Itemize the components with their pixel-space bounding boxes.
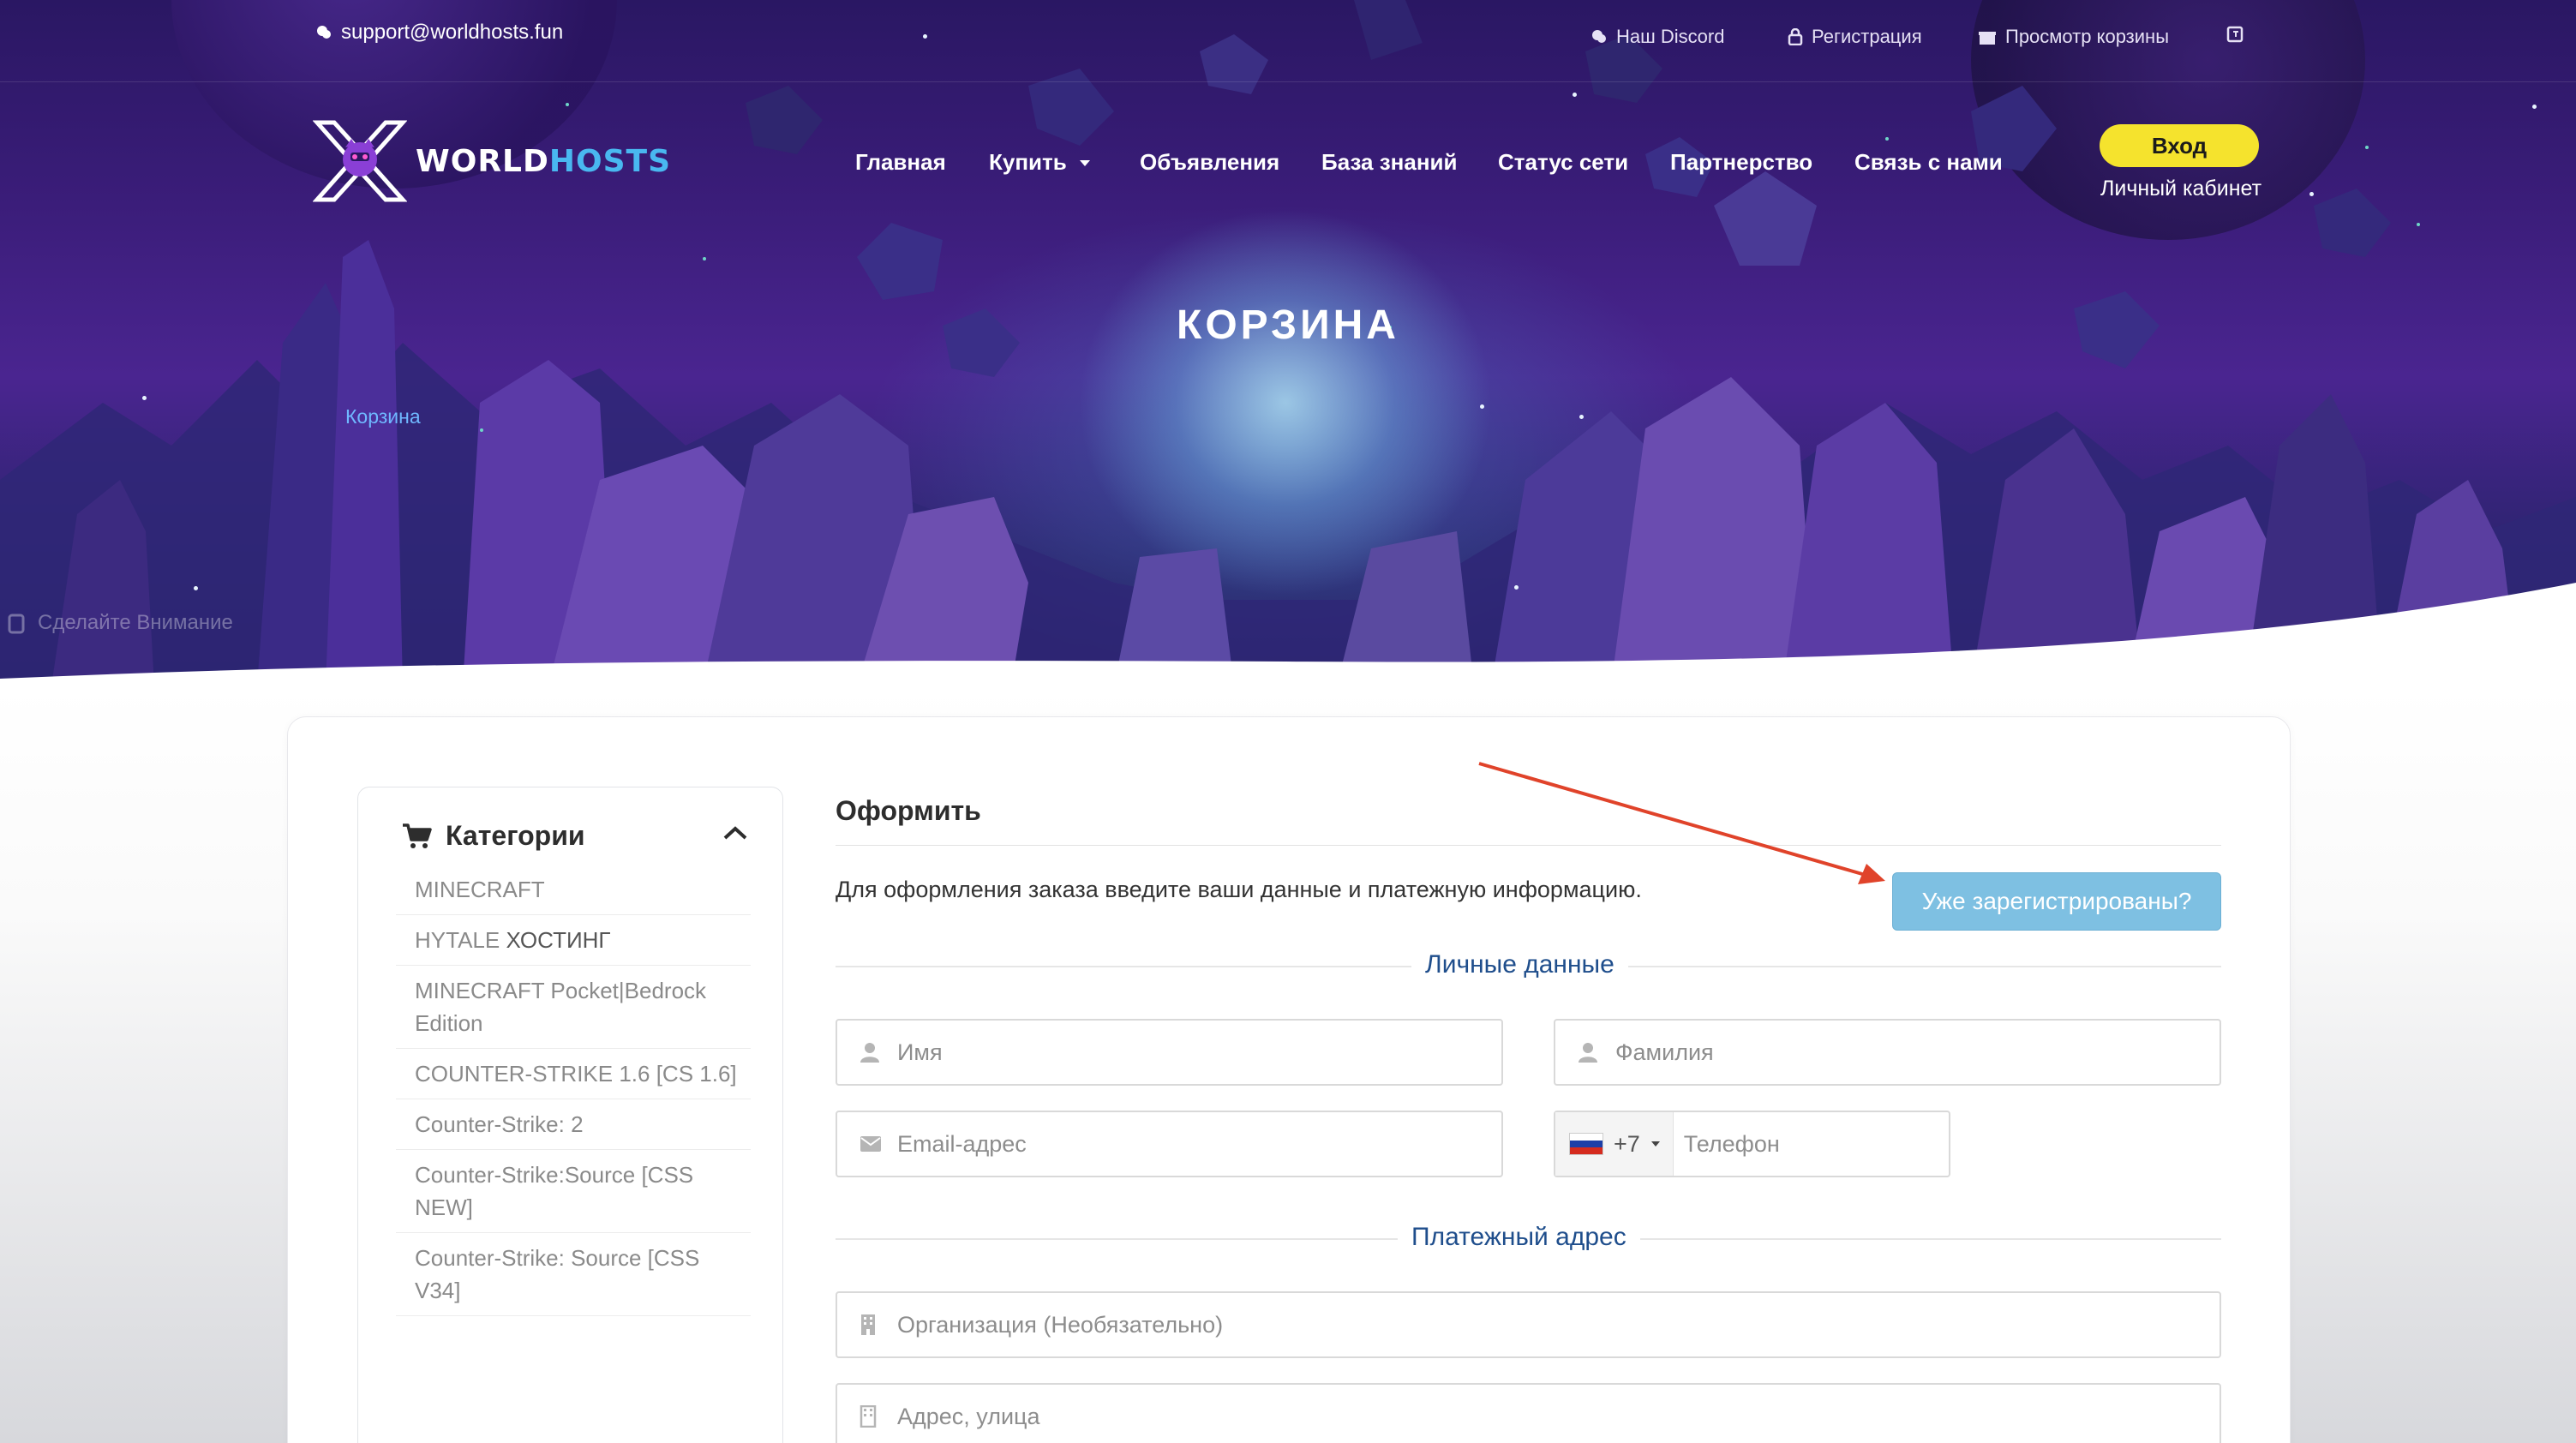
support-email[interactable]: support@worldhosts.fun xyxy=(315,21,563,45)
country-code-label: +7 xyxy=(1614,1130,1640,1157)
categories-panel: Категории MINECRAFT HYTALE ХОСТИНГ MINEC… xyxy=(357,787,783,1443)
user-icon xyxy=(1579,1043,1597,1063)
nav-announcements[interactable]: Объявления xyxy=(1140,149,1279,176)
category-item[interactable]: Counter-Strike: 2 xyxy=(396,1099,751,1150)
russia-flag-icon xyxy=(1569,1133,1603,1155)
logo-wordmark: WORLDHOSTS xyxy=(416,144,671,179)
gift-icon xyxy=(1979,32,1996,45)
nav-home[interactable]: Главная xyxy=(855,149,946,176)
language-switch[interactable] xyxy=(2226,26,2247,45)
logo-part-hosts: HOSTS xyxy=(548,143,672,179)
categories-header[interactable]: Категории xyxy=(401,820,585,852)
category-label: Counter-Strike:Source [CSS NEW] xyxy=(415,1162,694,1220)
email-placeholder: Email-адрес xyxy=(897,1130,1027,1157)
nav-contact[interactable]: Связь с нами xyxy=(1854,149,2003,176)
building-icon xyxy=(861,1314,875,1335)
register-label: Регистрация xyxy=(1812,26,1922,47)
last-name-input[interactable]: Фамилия xyxy=(1554,1019,2221,1086)
register-link[interactable]: Регистрация xyxy=(1788,26,1922,48)
topbar-divider xyxy=(0,81,2576,82)
categories-title: Категории xyxy=(446,820,585,851)
nav-knowledgebase[interactable]: База знаний xyxy=(1321,149,1458,176)
address-placeholder: Адрес, улица xyxy=(897,1403,1040,1429)
company-input[interactable]: Организация (Необязательно) xyxy=(836,1291,2221,1358)
nav-partnership[interactable]: Партнерство xyxy=(1670,149,1812,176)
building-icon xyxy=(860,1405,877,1428)
category-item[interactable]: MINECRAFT xyxy=(396,865,751,915)
already-registered-button[interactable]: Уже зарегистрированы? xyxy=(1892,872,2221,931)
personal-details-heading: Личные данные xyxy=(1411,950,1628,979)
copy-icon xyxy=(8,614,25,634)
chat-icon xyxy=(1592,30,1606,43)
checkout-title: Оформить xyxy=(836,795,981,826)
view-cart-link[interactable]: Просмотр корзины xyxy=(1978,26,2169,48)
email-input[interactable]: Email-адрес xyxy=(836,1111,1503,1177)
breadcrumb[interactable]: Корзина xyxy=(345,405,421,428)
translate-icon xyxy=(2226,26,2244,43)
login-button[interactable]: Вход xyxy=(2100,124,2259,167)
category-item[interactable]: HYTALE ХОСТИНГ xyxy=(396,915,751,966)
category-item[interactable]: MINECRAFT Pocket|Bedrock Edition xyxy=(396,966,751,1049)
envelope-icon xyxy=(860,1136,881,1152)
client-area-link[interactable]: Личный кабинет xyxy=(2091,177,2271,201)
lock-icon xyxy=(1788,28,1803,45)
phone-input[interactable]: +7 Телефон xyxy=(1554,1111,1950,1177)
user-icon xyxy=(860,1043,879,1063)
nav-buy-label: Купить xyxy=(989,149,1067,175)
billing-address-heading: Платежный адрес xyxy=(1398,1223,1640,1252)
divider xyxy=(836,845,2221,846)
first-name-input[interactable]: Имя xyxy=(836,1019,1503,1086)
category-label: HYTALE xyxy=(415,927,500,953)
category-item[interactable]: Counter-Strike:Source [CSS NEW] xyxy=(396,1150,751,1233)
first-name-placeholder: Имя xyxy=(897,1039,943,1065)
category-label: Counter-Strike: 2 xyxy=(415,1111,584,1137)
logo-emblem-icon xyxy=(313,120,407,202)
support-email-text: support@worldhosts.fun xyxy=(341,21,564,44)
category-label-bold: ХОСТИНГ xyxy=(506,927,611,953)
category-label: COUNTER-STRIKE 1.6 [CS 1.6] xyxy=(415,1061,737,1087)
category-label: MINECRAFT xyxy=(415,877,545,902)
category-label: MINECRAFT Pocket|Bedrock Edition xyxy=(415,978,707,1036)
view-cart-label: Просмотр корзины xyxy=(2005,26,2170,47)
shopping-cart-icon xyxy=(403,823,432,848)
chevron-up-icon[interactable] xyxy=(722,825,748,841)
last-name-placeholder: Фамилия xyxy=(1615,1039,1714,1065)
category-label: Counter-Strike: Source [CSS V34] xyxy=(415,1245,700,1303)
category-item[interactable]: Counter-Strike: Source [CSS V34] xyxy=(396,1233,751,1316)
phone-placeholder: Телефон xyxy=(1683,1130,1780,1157)
caret-down-icon xyxy=(1079,159,1090,166)
checkout-description: Для оформления заказа введите ваши данны… xyxy=(836,877,1642,902)
logo-part-world: WORLD xyxy=(416,143,549,179)
chat-icon xyxy=(317,26,331,39)
nav-network-status[interactable]: Статус сети xyxy=(1498,149,1628,176)
company-placeholder: Организация (Необязательно) xyxy=(897,1311,1224,1338)
page-title: КОРЗИНА xyxy=(1177,302,1399,348)
address-input[interactable]: Адрес, улица xyxy=(836,1383,2221,1443)
discord-label: Наш Discord xyxy=(1616,26,1725,47)
faded-overlay-text: Сделайте Внимание xyxy=(7,610,233,636)
category-item[interactable]: COUNTER-STRIKE 1.6 [CS 1.6] xyxy=(396,1049,751,1099)
faded-overlay-label: Сделайте Внимание xyxy=(38,611,233,634)
country-code-selector[interactable]: +7 xyxy=(1555,1112,1674,1176)
caret-down-icon xyxy=(1650,1141,1660,1147)
discord-link[interactable]: Наш Discord xyxy=(1591,26,1724,48)
categories-list: MINECRAFT HYTALE ХОСТИНГ MINECRAFT Pocke… xyxy=(396,865,751,1316)
site-logo[interactable]: WORLDHOSTS xyxy=(313,118,671,204)
nav-buy[interactable]: Купить xyxy=(989,149,1091,176)
